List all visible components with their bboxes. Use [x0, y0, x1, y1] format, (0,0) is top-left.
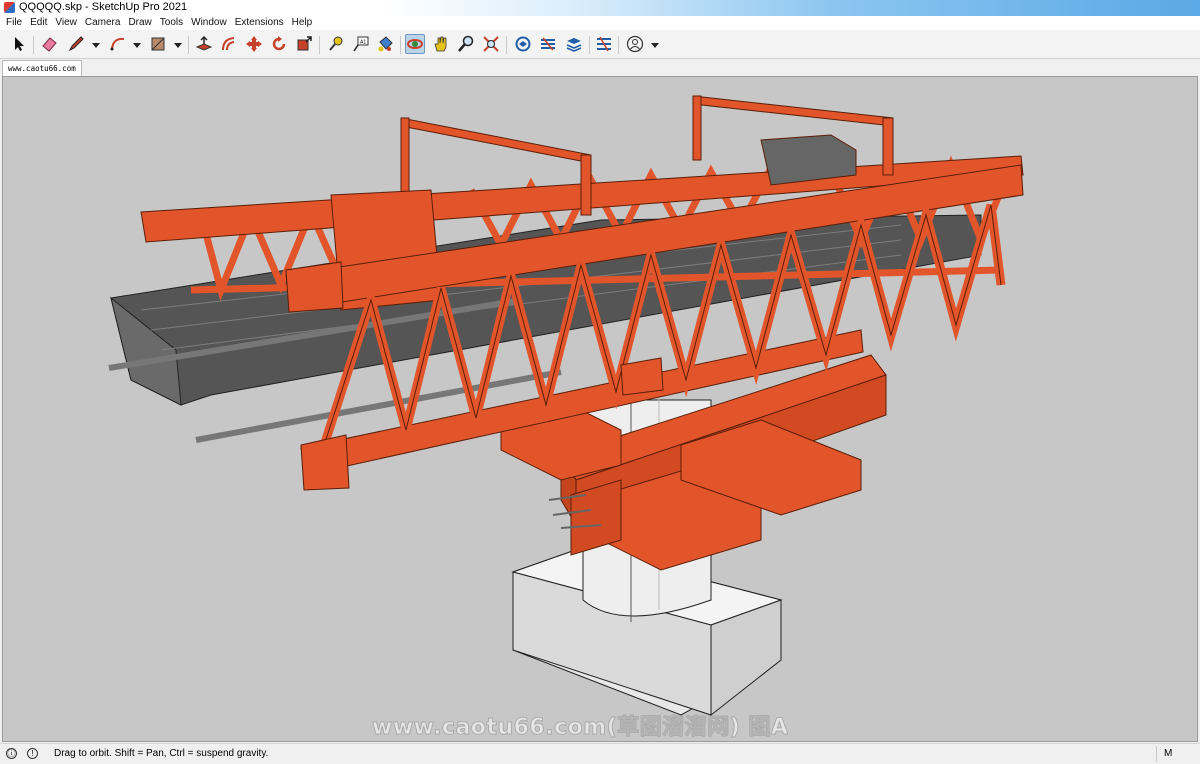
- paint-bucket-icon: [378, 36, 393, 52]
- model-viewport[interactable]: [2, 76, 1198, 742]
- line-tool-button[interactable]: [66, 34, 86, 54]
- eraser-icon: [42, 37, 57, 52]
- menu-edit[interactable]: Edit: [26, 16, 51, 30]
- extension-icon: [541, 37, 555, 51]
- toolbar-separator: [400, 36, 401, 54]
- rotate-icon: [272, 36, 286, 51]
- svg-text:A1: A1: [360, 40, 366, 46]
- title-bar-background: [380, 0, 1200, 16]
- menu-camera[interactable]: Camera: [81, 16, 125, 30]
- sketchup-app-icon: [4, 2, 15, 13]
- menu-window[interactable]: Window: [187, 16, 231, 30]
- warehouse-icon: [515, 36, 531, 52]
- text-label-icon: A1: [353, 36, 369, 52]
- menu-help[interactable]: Help: [288, 16, 317, 30]
- extension-warehouse-button[interactable]: [538, 34, 558, 54]
- menu-extensions[interactable]: Extensions: [231, 16, 288, 30]
- shape-tool-button[interactable]: [148, 34, 168, 54]
- status-message: Drag to orbit. Shift = Pan, Ctrl = suspe…: [54, 748, 269, 759]
- toolbar-separator: [319, 36, 320, 54]
- toolbar-separator: [618, 36, 619, 54]
- info-icon[interactable]: !: [27, 748, 38, 759]
- eraser-tool-button[interactable]: [39, 34, 59, 54]
- chevron-down-icon[interactable]: [92, 43, 100, 48]
- chevron-down-icon[interactable]: [651, 43, 659, 48]
- menu-file[interactable]: File: [2, 16, 26, 30]
- main-toolbar: A1: [0, 30, 1200, 59]
- push-pull-icon: [195, 35, 213, 51]
- rotate-tool-button[interactable]: [269, 34, 289, 54]
- pencil-icon: [68, 36, 84, 52]
- account-button[interactable]: [625, 34, 645, 54]
- 3d-warehouse-button[interactable]: [513, 34, 533, 54]
- pan-tool-button[interactable]: [431, 34, 451, 54]
- paint-bucket-tool-button[interactable]: [375, 34, 395, 54]
- move-tool-button[interactable]: [244, 34, 264, 54]
- menu-view[interactable]: View: [51, 16, 81, 30]
- geo-location-icon[interactable]: ⓘ: [6, 748, 17, 759]
- tape-measure-icon: [329, 36, 343, 51]
- toolbar-separator: [33, 36, 34, 54]
- layout-button[interactable]: [564, 34, 584, 54]
- menu-tools[interactable]: Tools: [156, 16, 187, 30]
- hand-icon: [434, 36, 447, 52]
- status-bar: ⓘ ! Drag to orbit. Shift = Pan, Ctrl = s…: [0, 743, 1200, 764]
- toolbar-separator: [506, 36, 507, 54]
- toolbar-separator: [188, 36, 189, 54]
- scale-icon: [297, 36, 312, 51]
- magnifier-icon: [458, 35, 474, 52]
- scene-tab-bar: www.caotu66.com: [0, 59, 1200, 76]
- chevron-down-icon[interactable]: [174, 43, 182, 48]
- title-bar: QQQQQ.skp - SketchUp Pro 2021: [0, 0, 1200, 16]
- menu-bar: File Edit View Camera Draw Tools Window …: [0, 16, 1200, 30]
- status-divider: [1156, 746, 1157, 762]
- watermark: www.caotu66.com(草图溜溜网) 图A: [371, 715, 789, 741]
- orbit-icon: [407, 39, 423, 49]
- offset-tool-button[interactable]: [219, 34, 239, 54]
- arc-icon: [110, 37, 125, 51]
- zoom-extents-icon: [483, 36, 499, 52]
- scene-tab[interactable]: www.caotu66.com: [2, 60, 82, 76]
- rectangle-icon: [151, 37, 165, 51]
- offset-icon: [222, 37, 235, 51]
- arc-tool-button[interactable]: [108, 34, 128, 54]
- layers-icon: [566, 38, 582, 52]
- user-icon: [626, 35, 644, 53]
- select-tool-button[interactable]: [9, 34, 29, 54]
- menu-draw[interactable]: Draw: [124, 16, 155, 30]
- tape-measure-tool-button[interactable]: [326, 34, 346, 54]
- orbit-tool-button[interactable]: [405, 34, 425, 54]
- window-title: QQQQQ.skp - SketchUp Pro 2021: [19, 1, 188, 13]
- extension-manager-button[interactable]: [594, 34, 614, 54]
- move-arrows-icon: [246, 36, 262, 52]
- zoom-extents-button[interactable]: [481, 34, 501, 54]
- toolbar-separator: [589, 36, 590, 54]
- zoom-tool-button[interactable]: [456, 34, 476, 54]
- chevron-down-icon[interactable]: [133, 43, 141, 48]
- push-pull-tool-button[interactable]: [194, 34, 214, 54]
- arrow-cursor-icon: [15, 37, 24, 51]
- extension-manager-icon: [597, 36, 611, 52]
- bridge-truss-model: [108, 95, 1024, 717]
- measurements-label: M: [1164, 748, 1173, 759]
- scale-tool-button[interactable]: [294, 34, 314, 54]
- text-tool-button[interactable]: A1: [351, 34, 371, 54]
